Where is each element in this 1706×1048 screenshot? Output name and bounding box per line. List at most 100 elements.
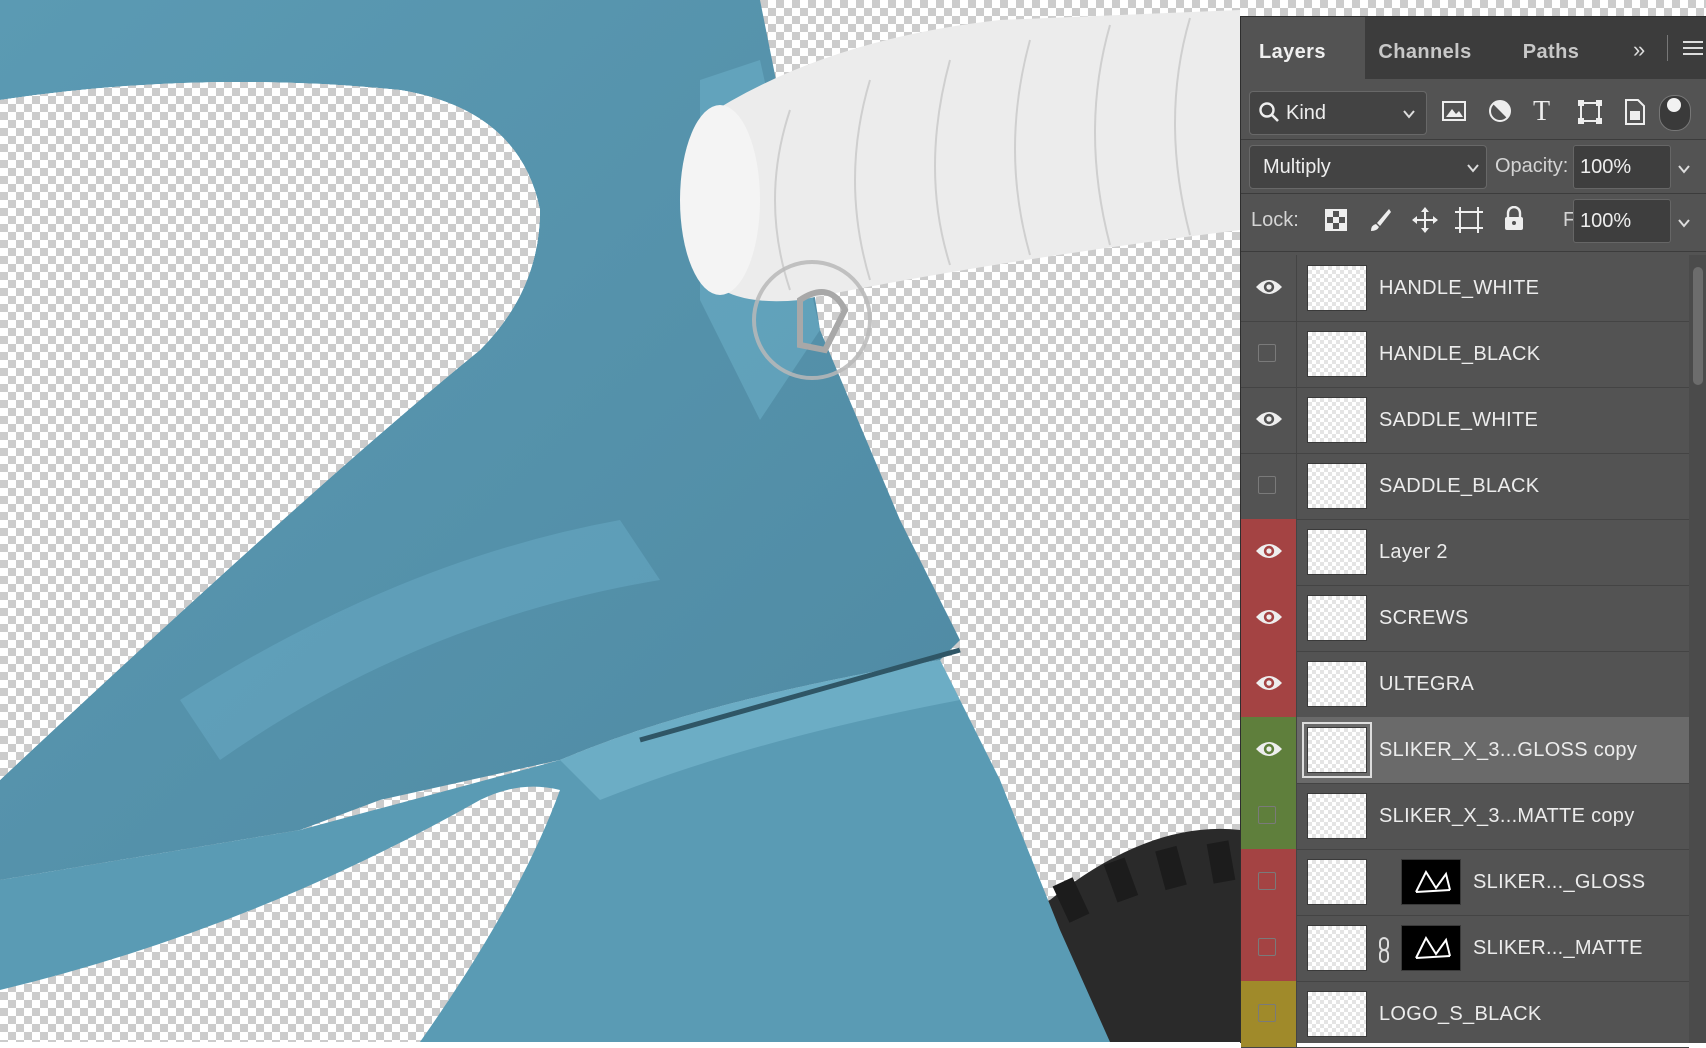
layer-visibility-toggle[interactable] <box>1241 915 1297 981</box>
opacity-label: Opacity: <box>1495 155 1569 177</box>
chain-link-icon[interactable] <box>1377 937 1391 969</box>
lock-position-icon[interactable] <box>1411 206 1439 240</box>
layer-thumbnail <box>1307 397 1367 443</box>
layer-thumbnail <box>1307 925 1367 971</box>
layer-name[interactable]: HANDLE_BLACK <box>1379 321 1540 387</box>
layer-name[interactable]: HANDLE_WHITE <box>1379 255 1539 321</box>
hidden-eye-box-icon <box>1258 938 1276 956</box>
fill-chevron-down-icon[interactable] <box>1677 213 1691 236</box>
layer-visibility-toggle[interactable] <box>1241 981 1297 1047</box>
layer-name[interactable]: LOGO_S_BLACK <box>1379 981 1542 1047</box>
eye-icon <box>1256 412 1282 426</box>
layer-thumbnail <box>1307 331 1367 377</box>
layer-row[interactable]: SLIKER_X_3...MATTE copy <box>1241 783 1689 850</box>
layer-mask-thumbnail[interactable] <box>1401 859 1461 905</box>
layer-name[interactable]: SLIKER..._GLOSS <box>1473 849 1645 915</box>
lock-artboard-icon[interactable] <box>1455 207 1483 239</box>
layer-row[interactable]: LOGO_S_BLACK <box>1241 981 1689 1048</box>
eye-icon <box>1256 280 1282 294</box>
layer-row[interactable]: HANDLE_BLACK <box>1241 321 1689 388</box>
eye-icon <box>1256 742 1282 756</box>
fill-input[interactable]: 100% <box>1573 199 1671 243</box>
layer-visibility-toggle[interactable] <box>1241 651 1297 717</box>
opacity-input[interactable]: 100% <box>1573 145 1671 189</box>
layer-visibility-toggle[interactable] <box>1241 585 1297 651</box>
layer-name[interactable]: SADDLE_BLACK <box>1379 453 1539 519</box>
layer-row[interactable]: HANDLE_WHITE <box>1241 255 1689 322</box>
layer-row[interactable]: SLIKER_X_3...GLOSS copy <box>1241 717 1689 784</box>
layer-thumbnail <box>1302 722 1372 778</box>
layer-visibility-toggle[interactable] <box>1241 717 1297 783</box>
blend-row: Multiply Opacity: 100% <box>1241 145 1706 191</box>
tab-layers[interactable]: Layers <box>1241 17 1365 79</box>
layer-visibility-toggle[interactable] <box>1241 519 1297 585</box>
type-filter-icon[interactable]: T <box>1533 96 1550 128</box>
layers-panel: Layers Channels Paths » Kind T Multiply … <box>1240 16 1706 1048</box>
filter-row: Kind T <box>1241 89 1706 137</box>
layer-thumbnail <box>1307 595 1367 641</box>
eye-icon <box>1256 544 1282 558</box>
separator <box>1241 193 1706 194</box>
fill-value: 100% <box>1580 210 1632 232</box>
layer-thumbnail <box>1307 529 1367 575</box>
layer-name[interactable]: SADDLE_WHITE <box>1379 387 1538 453</box>
shape-filter-icon[interactable] <box>1577 99 1603 131</box>
layer-visibility-toggle[interactable] <box>1241 255 1297 321</box>
lock-label: Lock: <box>1251 209 1299 231</box>
lock-row: Lock: Fill: 100% <box>1241 199 1706 245</box>
lock-transparent-pixels-icon[interactable] <box>1325 209 1347 237</box>
tab-paths[interactable]: Paths <box>1496 17 1606 79</box>
hidden-eye-box-icon <box>1258 806 1276 824</box>
layer-thumbnail <box>1307 859 1367 905</box>
layer-thumbnail <box>1307 991 1367 1037</box>
layer-visibility-toggle[interactable] <box>1241 321 1297 387</box>
tab-channels[interactable]: Channels <box>1365 17 1485 79</box>
filter-kind-label: Kind <box>1286 102 1327 124</box>
opacity-chevron-down-icon[interactable] <box>1677 159 1691 182</box>
layer-row[interactable]: ULTEGRA <box>1241 651 1689 718</box>
search-icon <box>1258 101 1280 129</box>
hidden-eye-box-icon <box>1258 1004 1276 1022</box>
lock-image-pixels-icon[interactable] <box>1369 207 1393 239</box>
layer-row[interactable]: Layer 2 <box>1241 519 1689 586</box>
layer-row[interactable]: SLIKER..._MATTE <box>1241 915 1689 982</box>
hamburger-menu-icon[interactable] <box>1683 39 1703 63</box>
bike-frame-artwork <box>0 0 1240 1042</box>
layers-scrollbar-thumb[interactable] <box>1693 267 1703 385</box>
hidden-eye-box-icon <box>1258 344 1276 362</box>
layer-row[interactable]: SCREWS <box>1241 585 1689 652</box>
filter-kind-dropdown[interactable]: Kind <box>1249 91 1427 135</box>
filter-toggle-switch[interactable] <box>1659 95 1691 131</box>
layer-name[interactable]: SLIKER..._MATTE <box>1473 915 1643 981</box>
layer-name[interactable]: SLIKER_X_3...MATTE copy <box>1379 783 1635 849</box>
lock-all-icon[interactable] <box>1503 205 1525 238</box>
layer-name[interactable]: SCREWS <box>1379 585 1469 651</box>
chevron-down-icon <box>1402 104 1416 127</box>
layer-visibility-toggle[interactable] <box>1241 849 1297 915</box>
eye-icon <box>1256 676 1282 690</box>
separator <box>1241 251 1706 252</box>
image-filter-icon[interactable] <box>1441 99 1467 129</box>
layer-name[interactable]: SLIKER_X_3...GLOSS copy <box>1379 717 1637 783</box>
layer-name[interactable]: Layer 2 <box>1379 519 1448 585</box>
blend-mode-dropdown[interactable]: Multiply <box>1249 145 1487 189</box>
layer-row[interactable]: SADDLE_BLACK <box>1241 453 1689 520</box>
double-chevron-right-icon[interactable]: » <box>1633 37 1645 63</box>
smart-object-filter-icon[interactable] <box>1623 98 1647 132</box>
panel-tab-bar: Layers Channels Paths » <box>1241 17 1706 79</box>
layer-thumbnail <box>1307 463 1367 509</box>
layer-visibility-toggle[interactable] <box>1241 783 1297 849</box>
hidden-eye-box-icon <box>1258 476 1276 494</box>
layer-visibility-toggle[interactable] <box>1241 387 1297 453</box>
layer-thumbnail <box>1307 661 1367 707</box>
layer-row[interactable]: SLIKER..._GLOSS <box>1241 849 1689 916</box>
layer-row[interactable]: SADDLE_WHITE <box>1241 387 1689 454</box>
eye-icon <box>1256 610 1282 624</box>
layer-mask-thumbnail[interactable] <box>1401 925 1461 971</box>
hidden-eye-box-icon <box>1258 872 1276 890</box>
layer-visibility-toggle[interactable] <box>1241 453 1297 519</box>
opacity-value: 100% <box>1580 156 1632 178</box>
layer-name[interactable]: ULTEGRA <box>1379 651 1474 717</box>
layer-thumbnail <box>1307 265 1367 311</box>
adjustment-filter-icon[interactable] <box>1487 98 1513 130</box>
